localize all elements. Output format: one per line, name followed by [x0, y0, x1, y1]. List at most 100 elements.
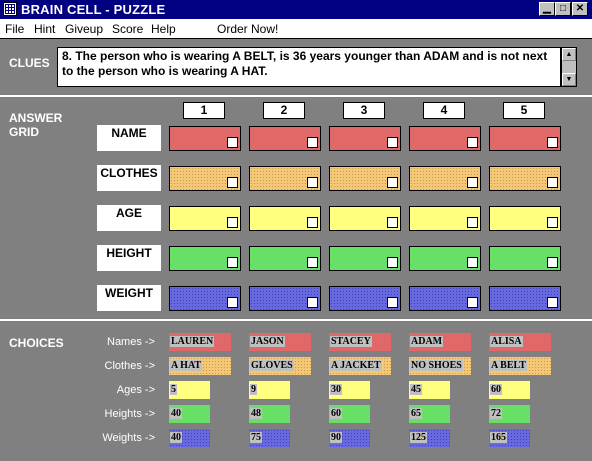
window-title: BRAIN CELL - PUZZLE [21, 2, 166, 17]
answer-cell-clothes-1[interactable] [169, 166, 241, 191]
checkbox-icon[interactable] [467, 297, 478, 308]
checkbox-icon[interactable] [547, 177, 558, 188]
app-grid-icon[interactable] [3, 2, 17, 16]
title-bar[interactable]: BRAIN CELL - PUZZLE ▁ □ ✕ [0, 0, 592, 19]
checkbox-icon[interactable] [307, 297, 318, 308]
answer-cell-weight-2[interactable] [249, 286, 321, 311]
answer-cell-height-1[interactable] [169, 246, 241, 271]
choice-text: 90 [330, 432, 342, 443]
choice-weight-1[interactable]: 40 [169, 429, 210, 447]
scroll-down-icon[interactable]: ▼ [562, 73, 576, 86]
minimize-button[interactable]: ▁ [539, 2, 555, 16]
menu-order-now[interactable]: Order Now! [217, 22, 278, 36]
checkbox-icon[interactable] [387, 137, 398, 148]
choice-height-2[interactable]: 48 [249, 405, 290, 423]
answer-cell-height-2[interactable] [249, 246, 321, 271]
answer-cell-height-3[interactable] [329, 246, 401, 271]
choice-text: 5 [170, 384, 177, 395]
choice-clothes-3[interactable]: A JACKET [329, 357, 391, 375]
choice-height-5[interactable]: 72 [489, 405, 530, 423]
checkbox-icon[interactable] [387, 217, 398, 228]
checkbox-icon[interactable] [467, 257, 478, 268]
checkbox-icon[interactable] [547, 137, 558, 148]
choice-age-1[interactable]: 5 [169, 381, 210, 399]
answer-cell-weight-3[interactable] [329, 286, 401, 311]
choices-label: CHOICES [9, 336, 64, 350]
menu-score[interactable]: Score [112, 22, 143, 36]
checkbox-icon[interactable] [547, 257, 558, 268]
choice-weight-4[interactable]: 125 [409, 429, 450, 447]
checkbox-icon[interactable] [467, 137, 478, 148]
answer-cell-weight-1[interactable] [169, 286, 241, 311]
choice-height-3[interactable]: 60 [329, 405, 370, 423]
answer-cell-height-5[interactable] [489, 246, 561, 271]
checkbox-icon[interactable] [547, 297, 558, 308]
choice-clothes-4[interactable]: NO SHOES [409, 357, 471, 375]
answer-cell-name-1[interactable] [169, 126, 241, 151]
answer-cell-name-3[interactable] [329, 126, 401, 151]
choice-name-5[interactable]: ALISA [489, 333, 551, 351]
choice-name-1[interactable]: LAUREN [169, 333, 231, 351]
choice-age-2[interactable]: 9 [249, 381, 290, 399]
choice-age-3[interactable]: 30 [329, 381, 370, 399]
choice-row-label-ages: Ages -> [116, 384, 155, 396]
choice-age-5[interactable]: 60 [489, 381, 530, 399]
answer-cell-height-4[interactable] [409, 246, 481, 271]
answer-cell-clothes-2[interactable] [249, 166, 321, 191]
menu-giveup[interactable]: Giveup [65, 22, 103, 36]
close-button[interactable]: ✕ [572, 2, 588, 16]
answer-cell-clothes-5[interactable] [489, 166, 561, 191]
choice-name-4[interactable]: ADAM [409, 333, 471, 351]
answer-cell-name-2[interactable] [249, 126, 321, 151]
answer-cell-clothes-3[interactable] [329, 166, 401, 191]
choice-weight-5[interactable]: 165 [489, 429, 530, 447]
choice-text: 48 [250, 408, 262, 419]
scroll-up-icon[interactable]: ▲ [562, 48, 576, 61]
answer-cell-name-5[interactable] [489, 126, 561, 151]
answer-cell-age-1[interactable] [169, 206, 241, 231]
answer-cell-name-4[interactable] [409, 126, 481, 151]
answer-cell-age-5[interactable] [489, 206, 561, 231]
choice-clothes-2[interactable]: GLOVES [249, 357, 311, 375]
choice-name-3[interactable]: STACEY [329, 333, 391, 351]
checkbox-icon[interactable] [387, 257, 398, 268]
choice-weight-2[interactable]: 75 [249, 429, 290, 447]
checkbox-icon[interactable] [467, 177, 478, 188]
choice-height-1[interactable]: 40 [169, 405, 210, 423]
choice-name-2[interactable]: JASON [249, 333, 311, 351]
answer-cell-age-3[interactable] [329, 206, 401, 231]
checkbox-icon[interactable] [387, 177, 398, 188]
answer-cell-weight-5[interactable] [489, 286, 561, 311]
checkbox-icon[interactable] [227, 297, 238, 308]
checkbox-icon[interactable] [307, 217, 318, 228]
checkbox-icon[interactable] [467, 217, 478, 228]
checkbox-icon[interactable] [227, 257, 238, 268]
checkbox-icon[interactable] [387, 297, 398, 308]
choice-text: 9 [250, 384, 257, 395]
choice-age-4[interactable]: 45 [409, 381, 450, 399]
checkbox-icon[interactable] [227, 217, 238, 228]
choice-text: A BELT [490, 360, 527, 371]
checkbox-icon[interactable] [307, 257, 318, 268]
checkbox-icon[interactable] [227, 177, 238, 188]
menu-file[interactable]: File [5, 22, 24, 36]
choice-clothes-5[interactable]: A BELT [489, 357, 551, 375]
checkbox-icon[interactable] [307, 177, 318, 188]
answer-cell-clothes-4[interactable] [409, 166, 481, 191]
checkbox-icon[interactable] [547, 217, 558, 228]
answer-grid-label: ANSWER GRID [9, 111, 62, 139]
checkbox-icon[interactable] [227, 137, 238, 148]
maximize-button[interactable]: □ [555, 2, 571, 16]
answer-cell-age-2[interactable] [249, 206, 321, 231]
menu-hint[interactable]: Hint [34, 22, 55, 36]
answer-cell-weight-4[interactable] [409, 286, 481, 311]
answer-cell-age-4[interactable] [409, 206, 481, 231]
clue-scrollbar[interactable]: ▲ ▼ [561, 47, 577, 87]
choice-clothes-1[interactable]: A HAT [169, 357, 231, 375]
answer-grid-label-line2: GRID [9, 125, 39, 139]
clues-label: CLUES [9, 56, 50, 70]
menu-help[interactable]: Help [151, 22, 176, 36]
choice-height-4[interactable]: 65 [409, 405, 450, 423]
choice-weight-3[interactable]: 90 [329, 429, 370, 447]
checkbox-icon[interactable] [307, 137, 318, 148]
